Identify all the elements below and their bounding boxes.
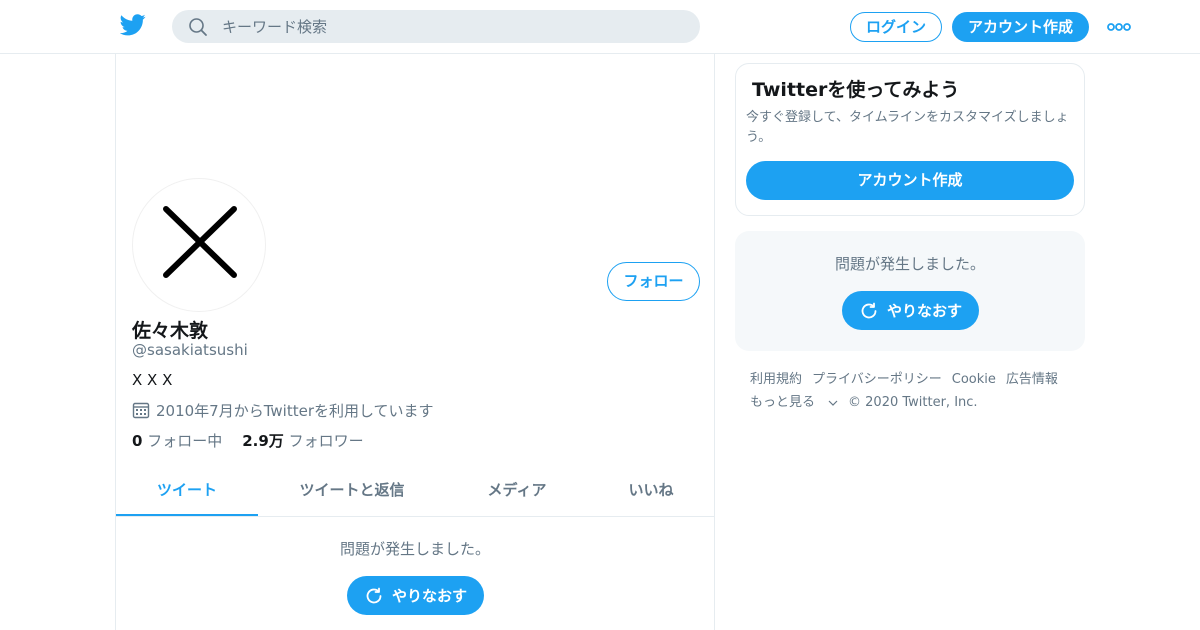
refresh-icon bbox=[366, 587, 382, 603]
signup-card: Twitterを使ってみよう 今すぐ登録して、タイムラインをカスタマイズしましょ… bbox=[735, 63, 1085, 216]
following-label: フォロー中 bbox=[147, 432, 223, 450]
signup-button[interactable]: アカウント作成 bbox=[952, 12, 1089, 42]
signup-card-button[interactable]: アカウント作成 bbox=[746, 161, 1074, 200]
profile-column: フォロー 佐々木敦 @sasakiatsushi X X X 2010年7月から… bbox=[115, 54, 715, 630]
tab-tweets-replies[interactable]: ツイートと返信 bbox=[280, 464, 424, 516]
tab-likes[interactable]: いいね bbox=[598, 464, 704, 516]
footer-copyright: © 2020 Twitter, Inc. bbox=[848, 395, 978, 410]
twitter-logo-icon[interactable] bbox=[119, 14, 146, 36]
search-input[interactable] bbox=[222, 10, 682, 43]
joined-text: 2010年7月からTwitterを利用しています bbox=[156, 401, 434, 420]
tab-tweets[interactable]: ツイート bbox=[116, 464, 258, 516]
tab-media[interactable]: メディア bbox=[456, 464, 578, 516]
followers-stat[interactable]: 2.9万 フォロワー bbox=[242, 430, 363, 451]
followers-count: 2.9万 bbox=[242, 432, 284, 450]
footer-link-terms[interactable]: 利用規約 bbox=[750, 368, 802, 391]
footer-link-cookie[interactable]: Cookie bbox=[952, 368, 996, 391]
following-count: 0 bbox=[132, 432, 143, 450]
footer-link-ads[interactable]: 広告情報 bbox=[1006, 368, 1058, 391]
avatar[interactable] bbox=[132, 178, 266, 312]
retry-label: やりなおす bbox=[886, 302, 962, 320]
signup-card-description: 今すぐ登録して、タイムラインをカスタマイズしましょう。 bbox=[746, 110, 1069, 145]
sidebar-error-card: 問題が発生しました。 やりなおす bbox=[735, 231, 1085, 351]
follow-button[interactable]: フォロー bbox=[607, 262, 700, 301]
avatar-x-mark bbox=[163, 206, 237, 278]
search-icon bbox=[188, 17, 208, 37]
refresh-icon bbox=[861, 302, 877, 318]
search-bar[interactable] bbox=[172, 10, 700, 43]
footer-link-privacy[interactable]: プライバシーポリシー bbox=[812, 368, 942, 391]
profile-joined: 2010年7月からTwitterを利用しています bbox=[132, 400, 434, 420]
profile-stats: 0 フォロー中 2.9万 フォロワー bbox=[132, 430, 364, 451]
signup-card-title: Twitterを使ってみよう bbox=[752, 79, 960, 101]
timeline-error-text: 問題が発生しました。 bbox=[339, 540, 490, 558]
sidebar-retry-button[interactable]: やりなおす bbox=[842, 291, 979, 330]
followers-label: フォロワー bbox=[288, 432, 364, 450]
timeline-retry-button[interactable]: やりなおす bbox=[347, 576, 484, 615]
following-stat[interactable]: 0 フォロー中 bbox=[132, 430, 222, 451]
profile-name: 佐々木敦 bbox=[132, 320, 209, 342]
sidebar-error-text: 問題が発生しました。 bbox=[834, 255, 985, 273]
footer: 利用規約 プライバシーポリシー Cookie 広告情報 もっと見る © 2020 Twi… bbox=[750, 368, 1080, 414]
retry-label: やりなおす bbox=[391, 587, 467, 605]
profile-tabs: ツイート ツイートと返信 メディア いいね bbox=[116, 464, 714, 517]
chevron-down-icon bbox=[828, 400, 838, 406]
more-icon[interactable] bbox=[1106, 19, 1132, 35]
profile-bio: X X X bbox=[132, 371, 173, 389]
profile-handle: @sasakiatsushi bbox=[132, 341, 248, 359]
calendar-icon bbox=[132, 401, 150, 419]
footer-more-label: もっと見る bbox=[750, 395, 816, 410]
footer-more-link[interactable]: もっと見る bbox=[750, 391, 838, 414]
top-bar: ログイン アカウント作成 bbox=[0, 0, 1200, 54]
login-button[interactable]: ログイン bbox=[850, 12, 942, 42]
